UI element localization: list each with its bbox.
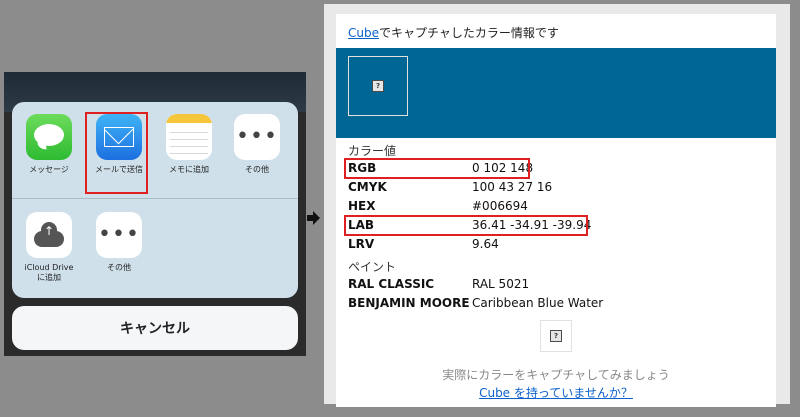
row-divider [12, 198, 298, 199]
capture-prompt: 実際にカラーをキャプチャしてみましょう [442, 368, 670, 382]
ral-classic-label: RAL CLASSIC [348, 277, 435, 291]
swatch-image: ? [348, 56, 408, 116]
notes-icon [166, 114, 212, 160]
share-sheet: メッセージ メールで送信 メモに追加 ••• その他 ↑ iCloud Driv… [12, 102, 298, 298]
color-values-title: カラー値 [348, 144, 397, 158]
share-app-icloud-drive[interactable]: ↑ iCloud Drive に追加 [18, 212, 80, 283]
share-app-label: iCloud Drive に追加 [18, 263, 80, 283]
color-info-panel: Cubeでキャプチャしたカラー情報です ? カラー値 RGB 0 102 148… [324, 4, 790, 407]
paint-title: ペイント [348, 260, 397, 274]
lab-highlight-box [344, 215, 588, 236]
card-header: Cubeでキャプチャしたカラー情報です [348, 24, 559, 41]
hex-label: HEX [348, 199, 376, 213]
more-icon: ••• [96, 212, 142, 258]
mail-highlight-box [85, 112, 148, 194]
arrow-right-icon [304, 208, 324, 228]
share-app-messages[interactable]: メッセージ [18, 114, 80, 175]
messages-icon [26, 114, 72, 160]
icloud-drive-icon: ↑ [26, 212, 72, 258]
broken-image-icon: ? [550, 330, 562, 342]
share-app-label-line1: iCloud Drive [24, 263, 74, 272]
cancel-button[interactable]: キャンセル [12, 306, 298, 350]
cmyk-value: 100 43 27 16 [472, 180, 553, 194]
cmyk-label: CMYK [348, 180, 387, 194]
cube-purchase-link-wrap: Cube を持っていませんか？ [336, 384, 776, 401]
hex-value: #006694 [472, 199, 528, 213]
more-icon: ••• [234, 114, 280, 160]
share-app-label: メッセージ [29, 165, 69, 174]
share-action-more[interactable]: ••• その他 [88, 212, 150, 273]
share-app-label: その他 [107, 263, 131, 272]
cube-purchase-link[interactable]: Cube を持っていませんか？ [479, 386, 633, 400]
cube-image: ? [540, 320, 572, 352]
cube-link[interactable]: Cube [348, 26, 379, 40]
rgb-highlight-box [344, 158, 530, 179]
lrv-label: LRV [348, 237, 375, 251]
lrv-value: 9.64 [472, 237, 499, 251]
benjamin-moore-value: Caribbean Blue Water [472, 296, 604, 310]
ral-classic-value: RAL 5021 [472, 277, 530, 291]
share-app-notes[interactable]: メモに追加 [158, 114, 220, 175]
share-sheet-screen: メッセージ メールで送信 メモに追加 ••• その他 ↑ iCloud Driv… [4, 72, 306, 356]
share-app-label: その他 [245, 165, 269, 174]
header-text: でキャプチャしたカラー情報です [378, 26, 559, 40]
benjamin-moore-label: BENJAMIN MOORE [348, 296, 470, 310]
share-app-label-line2: に追加 [37, 273, 61, 282]
share-app-label: メモに追加 [169, 165, 209, 174]
color-info-card: Cubeでキャプチャしたカラー情報です ? カラー値 RGB 0 102 148… [336, 14, 776, 407]
broken-image-icon: ? [372, 80, 384, 92]
share-app-more[interactable]: ••• その他 [226, 114, 288, 175]
